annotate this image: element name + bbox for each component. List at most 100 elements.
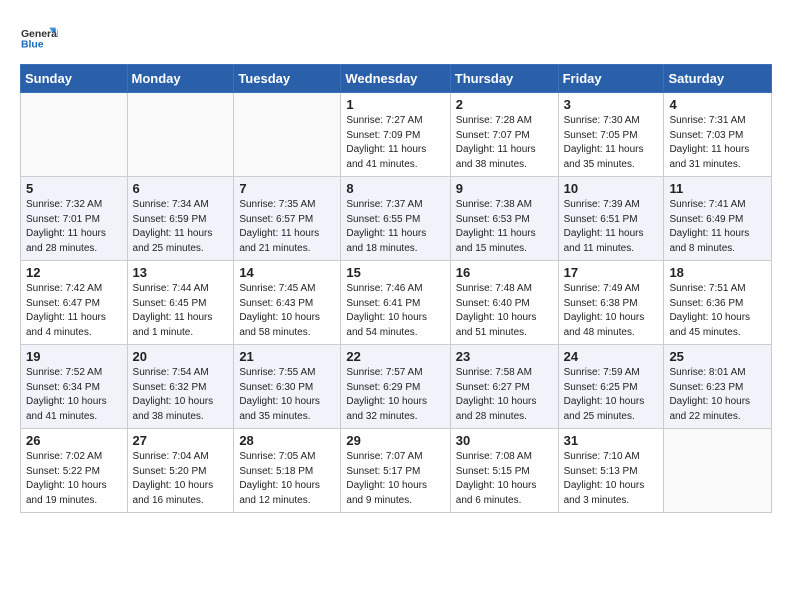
day-number: 3 <box>564 97 659 112</box>
day-info: Sunrise: 7:35 AM Sunset: 6:57 PM Dayligh… <box>239 198 335 256</box>
day-number: 10 <box>564 181 659 196</box>
day-info: Sunrise: 7:05 AM Sunset: 5:18 PM Dayligh… <box>239 450 335 508</box>
day-number: 20 <box>133 349 229 364</box>
day-info: Sunrise: 7:59 AM Sunset: 6:25 PM Dayligh… <box>564 366 659 424</box>
day-number: 5 <box>26 181 122 196</box>
calendar-week-row: 12Sunrise: 7:42 AM Sunset: 6:47 PM Dayli… <box>21 261 772 345</box>
day-info: Sunrise: 8:01 AM Sunset: 6:23 PM Dayligh… <box>669 366 766 424</box>
logo: General Blue <box>20 18 58 56</box>
calendar-day-25: 25 Sunrise: 8:01 AM Sunset: 6:23 PM Dayli… <box>664 345 772 429</box>
calendar-week-row: 26 Sunrise: 7:02 AM Sunset: 5:22 PM Dayli… <box>21 429 772 513</box>
weekday-header-friday: Friday <box>558 65 664 93</box>
calendar-day-16: 16 Sunrise: 7:48 AM Sunset: 6:40 PM Dayli… <box>450 261 558 345</box>
weekday-header-monday: Monday <box>127 65 234 93</box>
day-number: 25 <box>669 349 766 364</box>
day-info: Sunrise: 7:38 AM Sunset: 6:53 PM Dayligh… <box>456 198 553 256</box>
day-number: 21 <box>239 349 335 364</box>
day-info: Sunrise: 7:30 AM Sunset: 7:05 PM Dayligh… <box>564 114 659 172</box>
day-number: 4 <box>669 97 766 112</box>
calendar-day-27: 27 Sunrise: 7:04 AM Sunset: 5:20 PM Dayli… <box>127 429 234 513</box>
day-number: 6 <box>133 181 229 196</box>
day-info: Sunrise: 7:52 AM Sunset: 6:34 PM Dayligh… <box>26 366 122 424</box>
weekday-header-thursday: Thursday <box>450 65 558 93</box>
day-number: 7 <box>239 181 335 196</box>
day-number: 19 <box>26 349 122 364</box>
day-info: Sunrise: 7:37 AM Sunset: 6:55 PM Dayligh… <box>346 198 444 256</box>
header: General Blue <box>20 18 772 56</box>
day-number: 2 <box>456 97 553 112</box>
calendar-day-14: 14Sunrise: 7:45 AM Sunset: 6:43 PM Dayli… <box>234 261 341 345</box>
calendar-day-28: 28 Sunrise: 7:05 AM Sunset: 5:18 PM Dayli… <box>234 429 341 513</box>
calendar-day-8: 8 Sunrise: 7:37 AM Sunset: 6:55 PM Daylig… <box>341 177 450 261</box>
calendar-day-31: 31Sunrise: 7:10 AM Sunset: 5:13 PM Dayli… <box>558 429 664 513</box>
day-number: 11 <box>669 181 766 196</box>
day-info: Sunrise: 7:32 AM Sunset: 7:01 PM Dayligh… <box>26 198 122 256</box>
calendar-day-21: 21 Sunrise: 7:55 AM Sunset: 6:30 PM Dayli… <box>234 345 341 429</box>
calendar-week-row: 1 Sunrise: 7:27 AM Sunset: 7:09 PM Daylig… <box>21 93 772 177</box>
calendar-empty-cell <box>234 93 341 177</box>
day-number: 9 <box>456 181 553 196</box>
day-info: Sunrise: 7:41 AM Sunset: 6:49 PM Dayligh… <box>669 198 766 256</box>
day-info: Sunrise: 7:27 AM Sunset: 7:09 PM Dayligh… <box>346 114 444 172</box>
calendar-day-26: 26 Sunrise: 7:02 AM Sunset: 5:22 PM Dayli… <box>21 429 128 513</box>
day-number: 14 <box>239 265 335 280</box>
day-number: 12 <box>26 265 122 280</box>
day-number: 16 <box>456 265 553 280</box>
calendar-day-30: 30 Sunrise: 7:08 AM Sunset: 5:15 PM Dayli… <box>450 429 558 513</box>
weekday-header-tuesday: Tuesday <box>234 65 341 93</box>
calendar-header-row: SundayMondayTuesdayWednesdayThursdayFrid… <box>21 65 772 93</box>
day-number: 28 <box>239 433 335 448</box>
calendar-day-23: 23 Sunrise: 7:58 AM Sunset: 6:27 PM Dayli… <box>450 345 558 429</box>
day-info: Sunrise: 7:31 AM Sunset: 7:03 PM Dayligh… <box>669 114 766 172</box>
calendar-week-row: 19 Sunrise: 7:52 AM Sunset: 6:34 PM Dayli… <box>21 345 772 429</box>
calendar-empty-cell <box>664 429 772 513</box>
day-info: Sunrise: 7:49 AM Sunset: 6:38 PM Dayligh… <box>564 282 659 340</box>
calendar-week-row: 5 Sunrise: 7:32 AM Sunset: 7:01 PM Daylig… <box>21 177 772 261</box>
day-info: Sunrise: 7:48 AM Sunset: 6:40 PM Dayligh… <box>456 282 553 340</box>
weekday-header-sunday: Sunday <box>21 65 128 93</box>
calendar-day-18: 18 Sunrise: 7:51 AM Sunset: 6:36 PM Dayli… <box>664 261 772 345</box>
day-number: 13 <box>133 265 229 280</box>
calendar-day-22: 22 Sunrise: 7:57 AM Sunset: 6:29 PM Dayli… <box>341 345 450 429</box>
day-info: Sunrise: 7:10 AM Sunset: 5:13 PM Dayligh… <box>564 450 659 508</box>
calendar-day-24: 24Sunrise: 7:59 AM Sunset: 6:25 PM Dayli… <box>558 345 664 429</box>
day-info: Sunrise: 7:08 AM Sunset: 5:15 PM Dayligh… <box>456 450 553 508</box>
calendar-day-10: 10 Sunrise: 7:39 AM Sunset: 6:51 PM Dayli… <box>558 177 664 261</box>
day-number: 26 <box>26 433 122 448</box>
calendar-day-19: 19 Sunrise: 7:52 AM Sunset: 6:34 PM Dayli… <box>21 345 128 429</box>
calendar-day-11: 11 Sunrise: 7:41 AM Sunset: 6:49 PM Dayli… <box>664 177 772 261</box>
day-info: Sunrise: 7:51 AM Sunset: 6:36 PM Dayligh… <box>669 282 766 340</box>
day-number: 29 <box>346 433 444 448</box>
calendar-day-6: 6Sunrise: 7:34 AM Sunset: 6:59 PM Daylig… <box>127 177 234 261</box>
day-number: 23 <box>456 349 553 364</box>
day-info: Sunrise: 7:39 AM Sunset: 6:51 PM Dayligh… <box>564 198 659 256</box>
day-number: 22 <box>346 349 444 364</box>
calendar-day-7: 7 Sunrise: 7:35 AM Sunset: 6:57 PM Daylig… <box>234 177 341 261</box>
day-info: Sunrise: 7:04 AM Sunset: 5:20 PM Dayligh… <box>133 450 229 508</box>
calendar-day-3: 3 Sunrise: 7:30 AM Sunset: 7:05 PM Daylig… <box>558 93 664 177</box>
day-info: Sunrise: 7:07 AM Sunset: 5:17 PM Dayligh… <box>346 450 444 508</box>
weekday-header-saturday: Saturday <box>664 65 772 93</box>
day-number: 1 <box>346 97 444 112</box>
day-number: 27 <box>133 433 229 448</box>
calendar-empty-cell <box>21 93 128 177</box>
day-number: 15 <box>346 265 444 280</box>
day-info: Sunrise: 7:58 AM Sunset: 6:27 PM Dayligh… <box>456 366 553 424</box>
day-info: Sunrise: 7:02 AM Sunset: 5:22 PM Dayligh… <box>26 450 122 508</box>
calendar-day-1: 1 Sunrise: 7:27 AM Sunset: 7:09 PM Daylig… <box>341 93 450 177</box>
day-number: 18 <box>669 265 766 280</box>
calendar-day-13: 13Sunrise: 7:44 AM Sunset: 6:45 PM Dayli… <box>127 261 234 345</box>
calendar-day-9: 9 Sunrise: 7:38 AM Sunset: 6:53 PM Daylig… <box>450 177 558 261</box>
day-number: 30 <box>456 433 553 448</box>
day-info: Sunrise: 7:28 AM Sunset: 7:07 PM Dayligh… <box>456 114 553 172</box>
svg-text:Blue: Blue <box>21 40 44 51</box>
calendar-day-17: 17Sunrise: 7:49 AM Sunset: 6:38 PM Dayli… <box>558 261 664 345</box>
calendar-day-4: 4 Sunrise: 7:31 AM Sunset: 7:03 PM Daylig… <box>664 93 772 177</box>
calendar-day-12: 12Sunrise: 7:42 AM Sunset: 6:47 PM Dayli… <box>21 261 128 345</box>
logo-image: General Blue <box>20 18 58 56</box>
calendar-table: SundayMondayTuesdayWednesdayThursdayFrid… <box>20 64 772 513</box>
day-info: Sunrise: 7:55 AM Sunset: 6:30 PM Dayligh… <box>239 366 335 424</box>
day-number: 8 <box>346 181 444 196</box>
day-info: Sunrise: 7:57 AM Sunset: 6:29 PM Dayligh… <box>346 366 444 424</box>
weekday-header-wednesday: Wednesday <box>341 65 450 93</box>
